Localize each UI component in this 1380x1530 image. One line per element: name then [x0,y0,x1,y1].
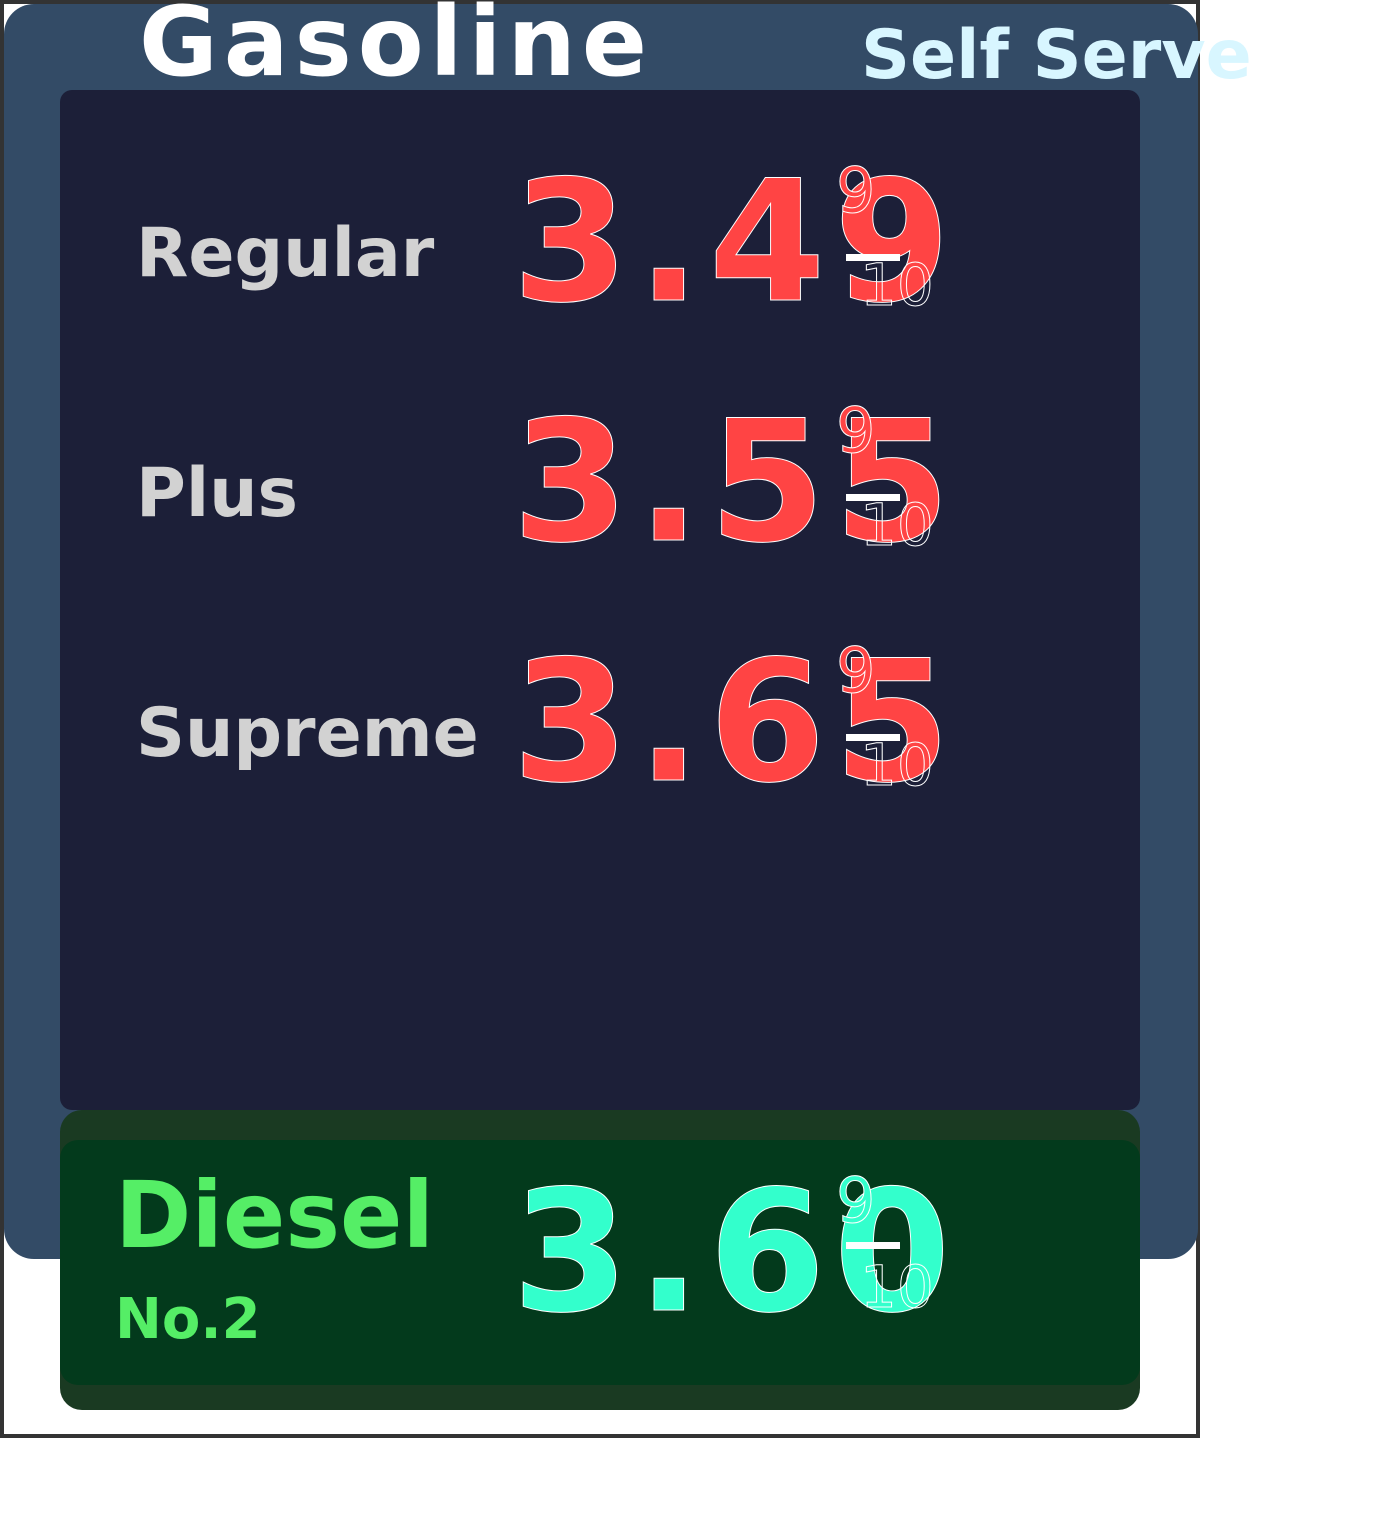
fraction-denominator-supreme: 10 [860,731,935,799]
grade-label-plus: Plus [136,454,299,533]
diesel-label: Diesel [115,1162,434,1269]
fraction-numerator-regular: 9 [835,154,876,227]
price-row-plus: Plus 3.55 9 10 [60,394,1140,600]
fraction-denominator-regular: 10 [860,251,935,319]
fraction-numerator-diesel: 9 [835,1164,876,1237]
grade-label-regular: Regular [136,214,435,293]
gasoline-price-board: Regular 3.49 9 10 Plus 3.55 9 10 Supreme… [60,90,1140,1110]
self-serve-label: Self Serve [861,16,1252,95]
price-row-supreme: Supreme 3.65 9 10 [60,634,1140,840]
fraction-numerator-supreme: 9 [835,634,876,707]
fraction-numerator-plus: 9 [835,394,876,467]
grade-label-supreme: Supreme [136,694,479,773]
fraction-bar-diesel [846,1242,900,1249]
gasoline-title: Gasoline [139,0,653,98]
price-row-regular: Regular 3.49 9 10 [60,154,1140,360]
diesel-grade-label: No.2 [115,1287,261,1352]
fraction-denominator-plus: 10 [860,491,935,559]
fraction-denominator-diesel: 10 [860,1253,935,1321]
